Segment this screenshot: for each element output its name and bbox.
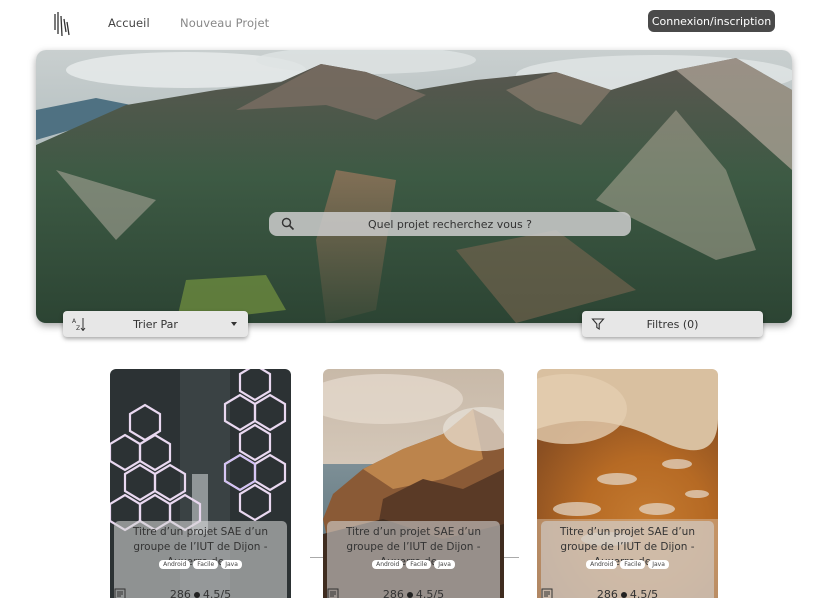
project-card[interactable]: Titre d’un projet SAE d’un groupe de l’I… <box>110 369 291 598</box>
document-icon <box>114 588 126 598</box>
search-icon <box>281 217 295 231</box>
login-signup-button[interactable]: Connexion/inscription <box>648 10 775 32</box>
tag: Android <box>159 560 191 569</box>
tag-list: Android Facile Java <box>541 560 714 569</box>
card-stats: 286 4.5/5 <box>114 588 287 598</box>
card-info: Titre d’un projet SAE d’un groupe de l’I… <box>114 521 287 598</box>
search-bar[interactable] <box>269 212 631 236</box>
rating: 4.5/5 <box>629 588 659 598</box>
card-info: Titre d’un projet SAE d’un groupe de l’I… <box>541 521 714 598</box>
nav-home[interactable]: Accueil <box>108 16 150 30</box>
tag: Facile <box>406 560 432 569</box>
hero-banner <box>36 50 792 323</box>
tag: Java <box>434 560 455 569</box>
search-input[interactable] <box>269 212 631 236</box>
chevron-down-icon <box>231 322 237 326</box>
tag: Android <box>586 560 618 569</box>
sort-label: Trier Par <box>133 317 178 331</box>
filter-label: Filtres (0) <box>646 317 699 331</box>
separator-dot-icon <box>193 591 200 598</box>
tag: Facile <box>620 560 646 569</box>
tag-list: Android Facile Java <box>114 560 287 569</box>
separator-dot-icon <box>620 591 627 598</box>
tag: Android <box>372 560 404 569</box>
tag: Facile <box>193 560 219 569</box>
nav-new-project[interactable]: Nouveau Projet <box>180 16 269 30</box>
document-icon <box>327 588 339 598</box>
bars-logo-icon[interactable] <box>52 10 74 38</box>
card-stats: 286 4.5/5 <box>541 588 714 598</box>
card-stats: 286 4.5/5 <box>327 588 500 598</box>
rating: 4.5/5 <box>202 588 232 598</box>
views-count: 286 <box>169 588 191 598</box>
tag: Java <box>648 560 669 569</box>
views-count: 286 <box>382 588 404 598</box>
project-card[interactable]: Titre d’un projet SAE d’un groupe de l’I… <box>537 369 718 598</box>
filter-button[interactable]: Filtres (0) <box>582 311 763 337</box>
document-icon <box>541 588 553 598</box>
tag-list: Android Facile Java <box>327 560 500 569</box>
project-card[interactable]: Titre d’un projet SAE d’un groupe de l’I… <box>323 369 504 598</box>
views-count: 286 <box>596 588 618 598</box>
mountain-image <box>36 50 792 323</box>
rating: 4.5/5 <box>415 588 445 598</box>
sort-dropdown[interactable]: A Z Trier Par <box>63 311 248 337</box>
separator-dot-icon <box>406 591 413 598</box>
tag: Java <box>221 560 242 569</box>
card-info: Titre d’un projet SAE d’un groupe de l’I… <box>327 521 500 598</box>
